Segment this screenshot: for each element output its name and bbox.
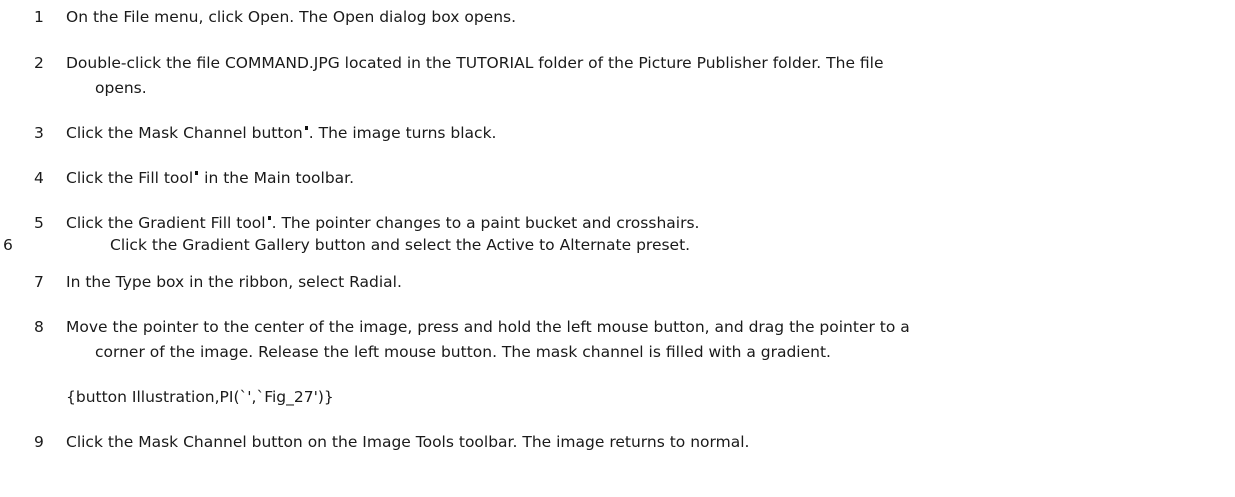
step-text-line: Double-click the file COMMAND.JPG locate… <box>66 54 884 72</box>
step-text-after: in the Main toolbar. <box>199 169 355 187</box>
step-number: 1 <box>34 8 44 26</box>
step-text-before: Click the Mask Channel button <box>66 124 303 142</box>
step-number: 2 <box>34 54 44 72</box>
step-text-after: . The pointer changes to a paint bucket … <box>271 214 700 232</box>
step-text: Click the Mask Channel button on the Ima… <box>66 433 750 451</box>
step-text-before: Click the Gradient Fill tool <box>66 214 266 232</box>
step-text-before: Click the Fill tool <box>66 169 194 187</box>
step-number: 5 <box>34 214 44 232</box>
step-number: 7 <box>34 273 44 291</box>
illustration-macro: {button Illustration,PI(`',`Fig_27')} <box>66 388 334 406</box>
step-number: 4 <box>34 169 44 187</box>
step-text: Double-click the file COMMAND.JPG locate… <box>66 51 1231 101</box>
step-number: 8 <box>34 318 44 336</box>
step-text: In the Type box in the ribbon, select Ra… <box>66 273 402 291</box>
step-text: Click the Gradient Gallery button and se… <box>110 236 691 254</box>
step-text: Click the Fill tool in the Main toolbar. <box>66 166 1231 191</box>
step-text: On the File menu, click Open. The Open d… <box>66 8 517 26</box>
step-text: Move the pointer to the center of the im… <box>66 315 1231 365</box>
step-text-line: opens. <box>95 79 147 97</box>
step-text-line: corner of the image. Release the left mo… <box>95 343 831 361</box>
step-text-after: . The image turns black. <box>308 124 497 142</box>
step-number: 6 <box>3 236 13 254</box>
step-text-line: Move the pointer to the center of the im… <box>66 318 910 336</box>
gradient-fill-tool-icon <box>267 216 271 220</box>
step-text: Click the Mask Channel button . The image… <box>66 121 1231 146</box>
mask-channel-button-icon <box>304 126 308 130</box>
fill-tool-icon <box>195 171 199 175</box>
step-number: 3 <box>34 124 44 142</box>
step-number: 9 <box>34 433 44 451</box>
